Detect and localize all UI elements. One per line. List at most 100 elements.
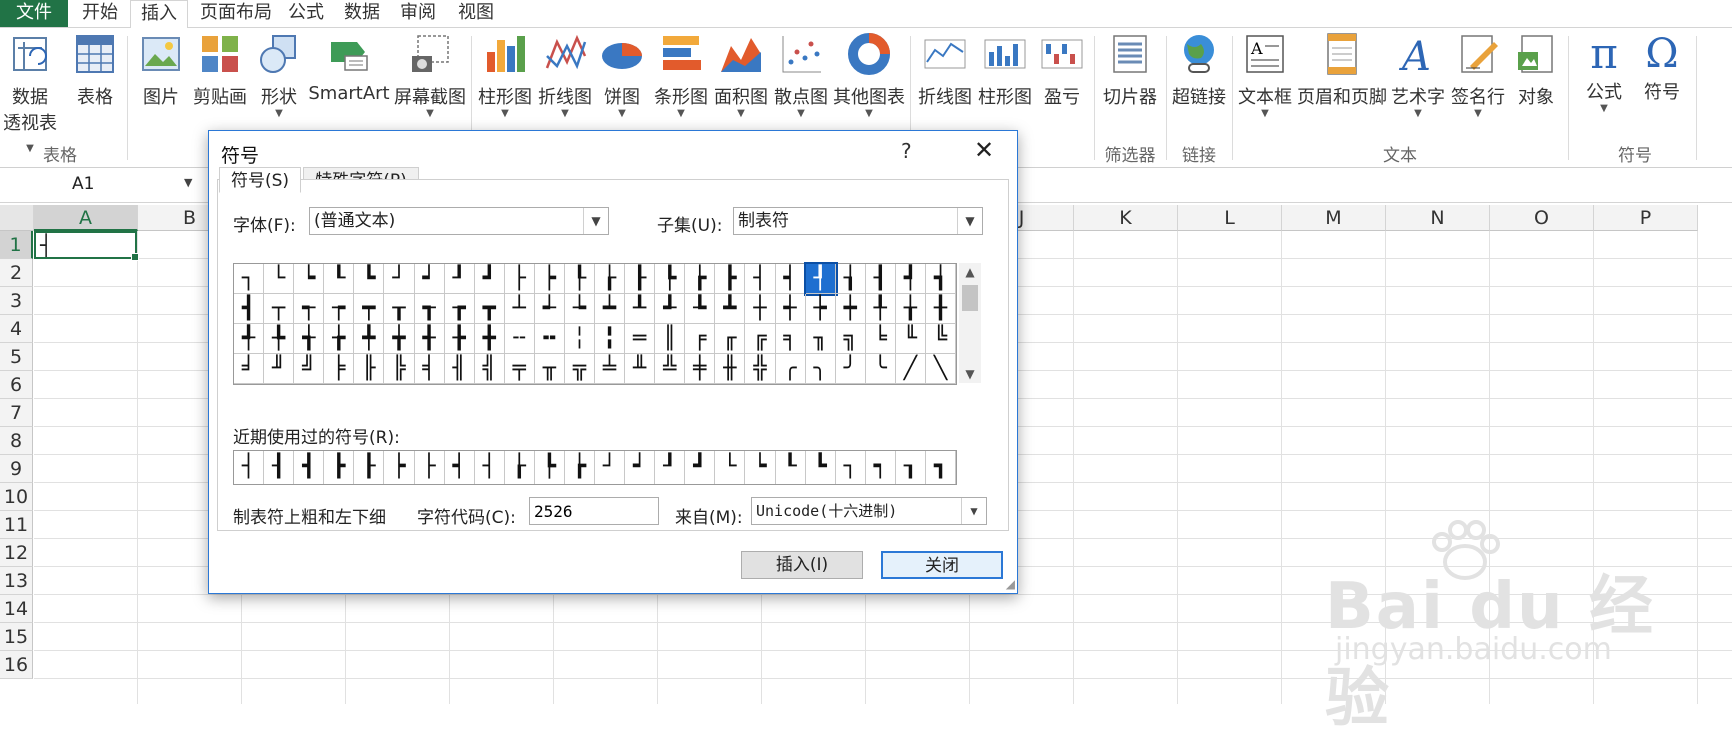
- help-icon[interactable]: ?: [901, 139, 912, 163]
- row-header[interactable]: 5: [0, 343, 33, 371]
- sparkline-column-button[interactable]: 柱形图: [976, 32, 1034, 109]
- symbol-cell[interactable]: ╞: [324, 354, 355, 384]
- symbol-cell[interactable]: ┵: [534, 294, 565, 324]
- symbol-cell[interactable]: ╖: [805, 324, 836, 354]
- row-header[interactable]: 1: [0, 231, 33, 259]
- table-button[interactable]: 表格: [68, 32, 122, 109]
- name-box[interactable]: A1 ▼: [0, 172, 200, 198]
- recent-symbol-cell[interactable]: ┐: [836, 451, 866, 484]
- symbol-cell[interactable]: ╭: [775, 354, 806, 384]
- symbol-cell[interactable]: ╍: [534, 324, 565, 354]
- name-box-dropdown-icon[interactable]: ▼: [184, 176, 192, 189]
- symbol-cell[interactable]: ╄: [264, 324, 295, 354]
- column-header[interactable]: P: [1594, 205, 1698, 231]
- font-select[interactable]: (普通文本) ▼: [309, 207, 609, 235]
- symbol-cell[interactable]: ╕: [775, 324, 806, 354]
- symbol-cell[interactable]: ╟: [354, 354, 385, 384]
- symbol-cell[interactable]: ┯: [354, 294, 385, 324]
- area-chart-button[interactable]: 面积图 ▼: [712, 32, 770, 119]
- row-header[interactable]: 13: [0, 567, 33, 595]
- symbol-grid-scrollbar[interactable]: ▲ ▼: [959, 263, 981, 383]
- scroll-down-icon[interactable]: ▼: [959, 365, 981, 383]
- selected-symbol-cell[interactable]: ┦: [803, 262, 838, 296]
- recent-symbol-cell[interactable]: ┫: [294, 451, 325, 484]
- header-footer-button[interactable]: 页眉和页脚: [1296, 32, 1388, 109]
- recent-symbol-cell[interactable]: ┣: [324, 451, 355, 484]
- screenshot-button[interactable]: 屏幕截图 ▼: [392, 32, 468, 119]
- symbol-cell[interactable]: ┞: [564, 264, 595, 294]
- symbol-cell[interactable]: ╎: [564, 324, 595, 354]
- signature-line-button[interactable]: 签名行 ▼: [1448, 32, 1508, 119]
- symbol-cell[interactable]: ┴: [504, 294, 535, 324]
- symbol-cell[interactable]: ┚: [444, 264, 475, 294]
- symbol-cell[interactable]: ┲: [444, 294, 475, 324]
- recent-symbol-cell[interactable]: ┤: [475, 451, 505, 484]
- column-header[interactable]: L: [1178, 205, 1282, 231]
- tab-view[interactable]: 视图: [448, 0, 504, 27]
- row-header[interactable]: 16: [0, 651, 33, 679]
- symbol-cell[interactable]: ╁: [895, 294, 926, 324]
- symbol-button[interactable]: Ω 符号: [1636, 32, 1688, 104]
- recent-symbol-cell[interactable]: ┝: [384, 451, 415, 484]
- row-header[interactable]: 8: [0, 427, 33, 455]
- recent-symbol-cell[interactable]: ┑: [866, 451, 896, 484]
- symbol-cell[interactable]: ╰: [865, 354, 896, 384]
- symbol-cell[interactable]: ┙: [414, 264, 445, 294]
- pivot-table-button[interactable]: 数据 透视表 ▼: [0, 32, 60, 156]
- wordart-button[interactable]: A 艺术字 ▼: [1390, 32, 1446, 119]
- recent-symbol-cell[interactable]: ├: [415, 451, 445, 484]
- symbol-cell[interactable]: ║: [655, 324, 686, 354]
- tab-symbols[interactable]: 符号(S): [219, 167, 301, 193]
- symbol-cell[interactable]: ╫: [715, 354, 746, 384]
- symbol-cell[interactable]: ┧: [835, 264, 866, 294]
- recent-symbol-cell[interactable]: ┡: [535, 451, 565, 484]
- symbol-cell[interactable]: ┷: [595, 294, 626, 324]
- symbol-cell[interactable]: ╬: [745, 354, 776, 384]
- symbol-cell[interactable]: ┠: [625, 264, 656, 294]
- recent-symbol-cell[interactable]: ┚: [655, 451, 686, 484]
- row-header[interactable]: 11: [0, 511, 33, 539]
- symbol-cell[interactable]: ┖: [324, 264, 355, 294]
- symbol-cell[interactable]: ╉: [414, 324, 445, 354]
- other-charts-button[interactable]: 其他图表 ▼: [832, 32, 906, 119]
- row-header[interactable]: 9: [0, 455, 33, 483]
- recent-symbol-cell[interactable]: ┙: [625, 451, 656, 484]
- symbol-cell[interactable]: ┽: [775, 294, 806, 324]
- symbol-cell[interactable]: ╜: [264, 354, 295, 384]
- column-header[interactable]: K: [1074, 205, 1178, 231]
- recent-symbol-cell[interactable]: ┘: [595, 451, 626, 484]
- row-header[interactable]: 10: [0, 483, 33, 511]
- tab-data[interactable]: 数据: [336, 0, 388, 27]
- equation-button[interactable]: π 公式 ▼: [1578, 32, 1630, 114]
- picture-button[interactable]: 图片: [135, 32, 187, 109]
- row-header[interactable]: 7: [0, 399, 33, 427]
- symbol-cell[interactable]: └: [264, 264, 295, 294]
- symbol-cell[interactable]: ╩: [655, 354, 686, 384]
- symbol-cell[interactable]: ╲: [925, 354, 956, 384]
- symbol-cell[interactable]: ╆: [324, 324, 355, 354]
- symbol-cell[interactable]: ┥: [775, 264, 806, 294]
- symbol-cell[interactable]: ╔: [745, 324, 776, 354]
- recent-symbol-cell[interactable]: ┓: [926, 451, 956, 484]
- chevron-down-icon[interactable]: ▼: [961, 498, 986, 524]
- symbol-cell[interactable]: ┢: [685, 264, 716, 294]
- symbol-cell[interactable]: ┿: [835, 294, 866, 324]
- from-select[interactable]: Unicode(十六进制) ▼: [751, 497, 987, 525]
- symbol-cell[interactable]: ╛: [234, 354, 265, 384]
- symbol-cell[interactable]: ┕: [294, 264, 325, 294]
- column-header[interactable]: N: [1386, 205, 1490, 231]
- symbol-cell[interactable]: ╇: [354, 324, 385, 354]
- column-chart-button[interactable]: 柱形图 ▼: [476, 32, 534, 119]
- symbol-cell[interactable]: ┳: [474, 294, 505, 324]
- recent-symbol-cell[interactable]: ┠: [354, 451, 385, 484]
- recent-symbol-cell[interactable]: ┥: [445, 451, 475, 484]
- row-header[interactable]: 6: [0, 371, 33, 399]
- row-header[interactable]: 14: [0, 595, 33, 623]
- symbol-cell[interactable]: ╢: [444, 354, 475, 384]
- scroll-thumb[interactable]: [962, 285, 978, 311]
- column-header[interactable]: A: [34, 205, 138, 231]
- symbol-cell[interactable]: ┣: [715, 264, 746, 294]
- symbol-cell[interactable]: ┰: [384, 294, 415, 324]
- symbol-cell[interactable]: ┪: [925, 264, 956, 294]
- row-header[interactable]: 3: [0, 287, 33, 315]
